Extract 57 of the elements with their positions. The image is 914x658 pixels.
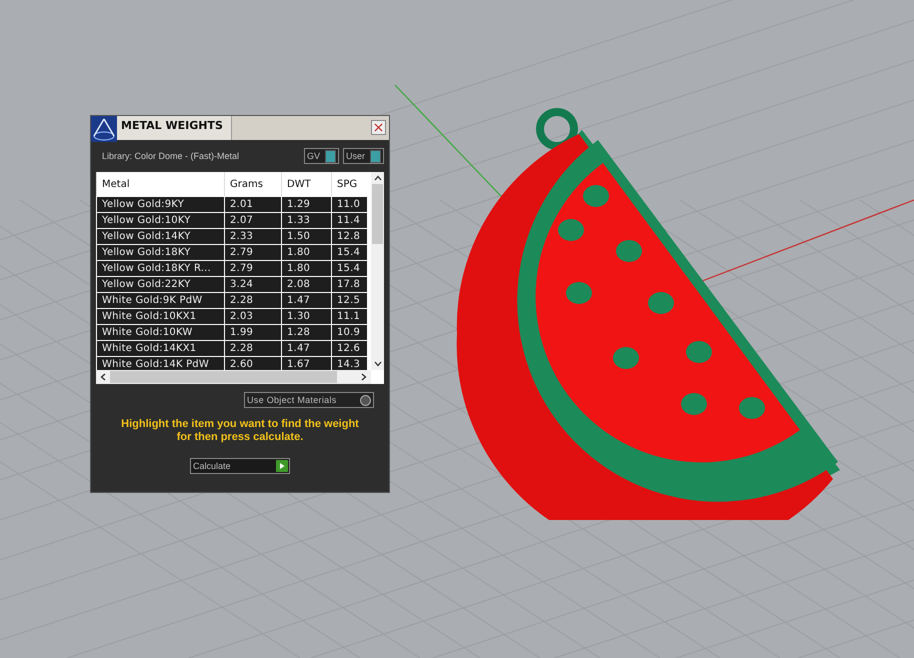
table-cell: White Gold:14K PdW [96, 356, 224, 370]
table-cell: White Gold:10KW [96, 324, 224, 340]
table-cell: 1.47 [281, 340, 331, 356]
table-cell: 15.4 [331, 260, 367, 276]
table-cell: 11.0 [331, 196, 367, 212]
table-cell: 2.79 [224, 260, 281, 276]
table-cell: Yellow Gold:22KY [96, 276, 224, 292]
table-cell: 11.1 [331, 308, 367, 324]
table-cell: 11.4 [331, 212, 367, 228]
table-cell: White Gold:9K PdW [96, 292, 224, 308]
toggle-switch[interactable]: GV [304, 148, 339, 164]
instruction-text: Highlight the item you want to find the weight for then press calculate. [120, 418, 360, 444]
table-cell: 1.30 [281, 308, 331, 324]
table-cell: 2.03 [224, 308, 281, 324]
use-object-materials-option[interactable]: Use Object Materials [244, 392, 374, 408]
play-icon [276, 460, 288, 472]
table-cell: 1.33 [281, 212, 331, 228]
table-cell: Yellow Gold:18KY [96, 244, 224, 260]
window-title: METAL WEIGHTS [117, 116, 232, 140]
table-cell: White Gold:10KX1 [96, 308, 224, 324]
table-cell: 17.8 [331, 276, 367, 292]
table-cell: White Gold:14KX1 [96, 340, 224, 356]
table-cell: 2.01 [224, 196, 281, 212]
cone-icon [91, 116, 117, 142]
table-cell: 2.28 [224, 292, 281, 308]
close-button[interactable] [371, 120, 386, 135]
table-cell: Yellow Gold:10KY [96, 212, 224, 228]
table-cell: 1.47 [281, 292, 331, 308]
table-cell: 1.99 [224, 324, 281, 340]
table-cell: 3.24 [224, 276, 281, 292]
table-cell: 12.8 [331, 228, 367, 244]
toggle-switch[interactable]: User [342, 148, 384, 164]
library-label: Library: Color Dome - (Fast)-Metal [102, 151, 240, 161]
table-cell: 2.79 [224, 244, 281, 260]
table-cell: 2.08 [281, 276, 331, 292]
table-cell: 2.60 [224, 356, 281, 370]
table-cell: 12.6 [331, 340, 367, 356]
table-cell: 2.28 [224, 340, 281, 356]
table-cell: 14.3 [331, 356, 367, 370]
table-cell: 1.80 [281, 244, 331, 260]
table-cell: 2.07 [224, 212, 281, 228]
table-cell: 1.50 [281, 228, 331, 244]
horizontal-scrollbar[interactable] [96, 370, 371, 384]
table-cell: 1.80 [281, 260, 331, 276]
table-cell: 1.28 [281, 324, 331, 340]
table-cell: Yellow Gold:14KY [96, 228, 224, 244]
table-cell: Yellow Gold:18KY R... [96, 260, 224, 276]
vertical-scrollbar[interactable] [371, 172, 384, 370]
table-cell: 15.4 [331, 244, 367, 260]
table-cell: 2.33 [224, 228, 281, 244]
calculate-button[interactable]: Calculate [190, 458, 290, 474]
close-icon [374, 123, 383, 132]
table-cell: 1.67 [281, 356, 331, 370]
table-cell: 12.5 [331, 292, 367, 308]
table-cell: 10.9 [331, 324, 367, 340]
table-cell: Yellow Gold:9KY [96, 196, 224, 212]
table-cell: 1.29 [281, 196, 331, 212]
